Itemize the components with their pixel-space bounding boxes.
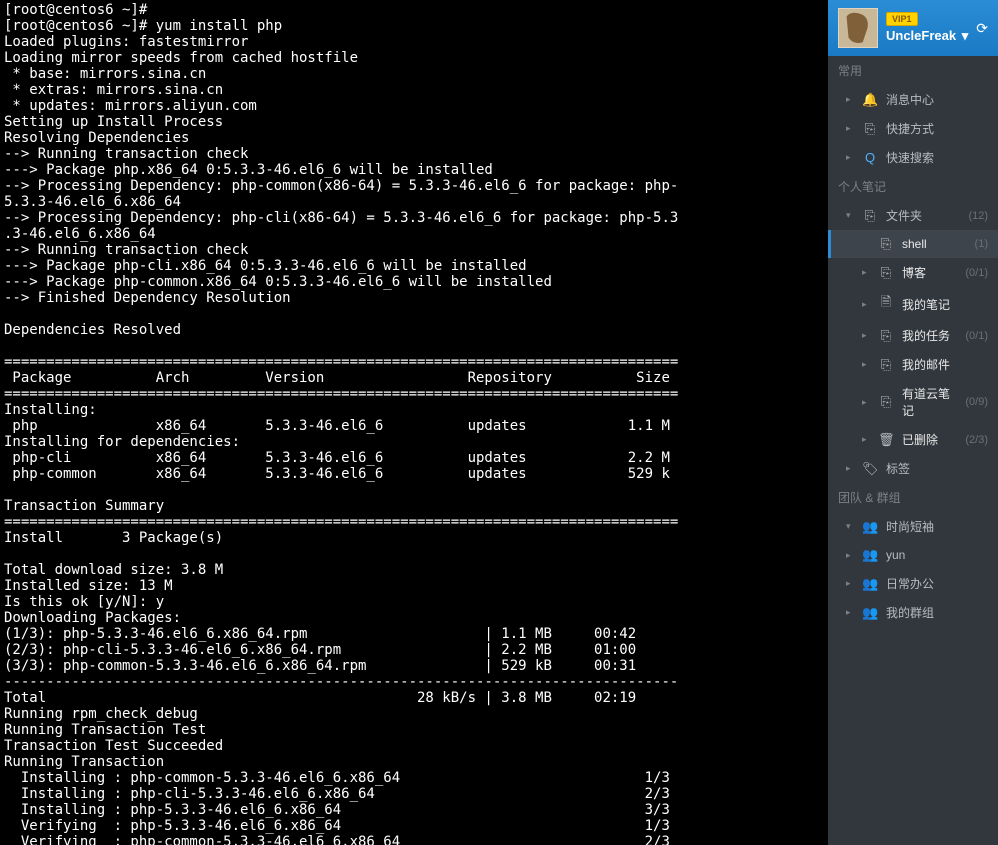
dropdown-arrow-icon: ▾	[958, 28, 968, 43]
chevron-right-icon: ▸	[862, 359, 870, 370]
chevron-right-icon: ▸	[862, 434, 870, 445]
item-count: (2/3)	[965, 434, 988, 446]
group-icon: 👥	[862, 547, 878, 563]
item-icon: ⎘	[878, 265, 894, 281]
item-label: shell	[902, 237, 967, 251]
chevron-right-icon: ▸	[862, 397, 870, 408]
nav-team-2[interactable]: ▸ 👥 日常办公	[828, 569, 998, 598]
avatar[interactable]	[838, 8, 878, 48]
chevron-right-icon: ▸	[846, 578, 854, 589]
nav-folder-item-4[interactable]: ▸ ⎘ 我的邮件	[828, 350, 998, 379]
item-icon: ⎘	[878, 328, 894, 344]
nav-icon: 🔔	[862, 92, 878, 108]
nav-folder-item-1[interactable]: ▸ ⎘ 博客 (0/1)	[828, 258, 998, 287]
team-label: 我的群组	[886, 604, 988, 621]
nav-team-0[interactable]: ▾ 👥 时尚短袖	[828, 512, 998, 541]
nav-folder[interactable]: ▾ ⎘ 文件夹 (12)	[828, 201, 998, 230]
section-teams: 团队 & 群组	[828, 483, 998, 512]
chevron-right-icon: ▸	[846, 152, 854, 163]
nav-team-1[interactable]: ▸ 👥 yun	[828, 541, 998, 569]
nav-team-3[interactable]: ▸ 👥 我的群组	[828, 598, 998, 627]
folder-icon: ⎘	[862, 208, 878, 224]
nav-common-2[interactable]: ▸ Q 快速搜索	[828, 143, 998, 172]
chevron-right-icon: ▸	[846, 550, 854, 561]
chevron-down-icon: ▾	[846, 521, 854, 532]
section-notes: 个人笔记	[828, 172, 998, 201]
nav-folder-item-5[interactable]: ▸ ⎘ 有道云笔记 (0/9)	[828, 379, 998, 425]
nav-common-1[interactable]: ▸ ⎘ 快捷方式	[828, 114, 998, 143]
profile-header[interactable]: VIP1 UncleFreak ▾ ⟳	[828, 0, 998, 56]
item-label: 博客	[902, 264, 957, 281]
item-label: 有道云笔记	[902, 385, 957, 419]
nav-label: 快捷方式	[886, 120, 988, 137]
nav-folder-item-6[interactable]: ▸ 🗑 已删除 (2/3)	[828, 425, 998, 454]
chevron-right-icon: ▸	[846, 607, 854, 618]
item-label: 我的笔记	[902, 296, 988, 313]
item-count: (1)	[975, 238, 988, 250]
nav-common-0[interactable]: ▸ 🔔 消息中心	[828, 85, 998, 114]
team-label: 日常办公	[886, 575, 988, 592]
group-icon: 👥	[862, 519, 878, 535]
nav-icon: ⎘	[862, 121, 878, 137]
team-label: yun	[886, 548, 988, 562]
nav-folder-item-2[interactable]: ▸ 🗎 我的笔记	[828, 287, 998, 321]
chevron-right-icon: ▸	[846, 123, 854, 134]
item-icon: ⎘	[878, 236, 894, 252]
group-icon: 👥	[862, 576, 878, 592]
item-count: (0/1)	[965, 330, 988, 342]
sidebar: VIP1 UncleFreak ▾ ⟳ 常用 ▸ 🔔 消息中心 ▸ ⎘ 快捷方式 ▸ Q 快速搜…	[828, 0, 998, 845]
nav-tags[interactable]: ▸ 🏷 标签	[828, 454, 998, 483]
item-icon: 🗎	[878, 293, 894, 315]
username[interactable]: UncleFreak ▾	[886, 28, 968, 44]
nav-label: 快速搜索	[886, 149, 988, 166]
nav-folder-item-0[interactable]: ⎘ shell (1)	[828, 230, 998, 258]
item-icon: 🗑	[878, 432, 894, 448]
team-label: 时尚短袖	[886, 518, 988, 535]
item-count: (0/1)	[965, 267, 988, 279]
nav-folder-item-3[interactable]: ▸ ⎘ 我的任务 (0/1)	[828, 321, 998, 350]
chevron-right-icon: ▸	[846, 463, 854, 474]
nav-label: 消息中心	[886, 91, 988, 108]
chevron-right-icon: ▸	[862, 267, 870, 278]
chevron-right-icon: ▸	[846, 94, 854, 105]
group-icon: 👥	[862, 605, 878, 621]
item-label: 我的任务	[902, 327, 957, 344]
chevron-right-icon: ▸	[862, 299, 870, 310]
tag-icon: 🏷	[862, 461, 878, 477]
vip-badge: VIP1	[886, 12, 918, 26]
nav-icon: Q	[862, 150, 878, 165]
terminal-output[interactable]: [root@centos6 ~]# [root@centos6 ~]# yum …	[0, 0, 828, 845]
section-common: 常用	[828, 56, 998, 85]
item-label: 已删除	[902, 431, 957, 448]
chevron-down-icon: ▾	[846, 210, 854, 221]
item-icon: ⎘	[878, 357, 894, 373]
chevron-right-icon: ▸	[862, 330, 870, 341]
item-label: 我的邮件	[902, 356, 988, 373]
refresh-icon[interactable]: ⟳	[976, 20, 988, 37]
item-count: (0/9)	[965, 396, 988, 408]
item-icon: ⎘	[878, 394, 894, 410]
